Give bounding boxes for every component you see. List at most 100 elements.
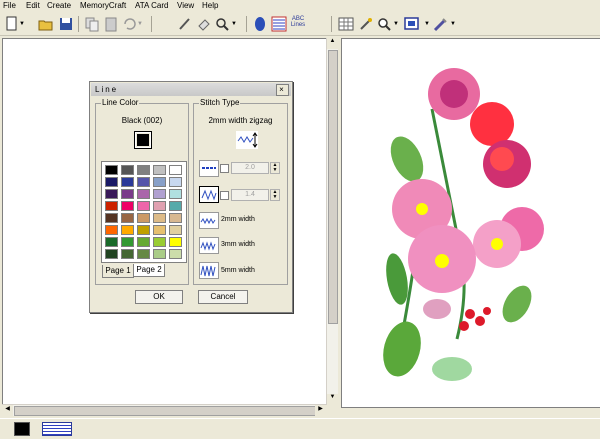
straight-stitch-option[interactable]: [199, 160, 219, 177]
spin-2-stepper[interactable]: ▲ ▼: [270, 189, 280, 201]
save-icon[interactable]: [58, 16, 74, 32]
color-swatch[interactable]: [105, 201, 118, 211]
hscroll-thumb[interactable]: [14, 406, 316, 416]
color-swatch[interactable]: [121, 201, 134, 211]
color-swatch[interactable]: [153, 201, 166, 211]
stitch-3mm-option[interactable]: [199, 237, 219, 254]
preview-icon[interactable]: [404, 16, 420, 32]
zoom-dropdown-icon[interactable]: ▼: [231, 21, 237, 37]
color-swatch[interactable]: [153, 177, 166, 187]
undo-dropdown-icon[interactable]: ▼: [137, 21, 143, 37]
close-icon[interactable]: ×: [276, 84, 289, 96]
vertical-scrollbar[interactable]: ▲ ▼: [326, 38, 338, 405]
stitch-pattern-swatch[interactable]: [42, 422, 72, 436]
menu-ata-card[interactable]: ATA Card: [135, 1, 169, 10]
color-swatch[interactable]: [121, 237, 134, 247]
scroll-right-icon[interactable]: ▶: [315, 405, 326, 416]
menu-file[interactable]: File: [3, 1, 16, 10]
tab-page-2[interactable]: Page 2: [133, 264, 165, 277]
menu-help[interactable]: Help: [202, 1, 218, 10]
stitch-5mm-label: 5mm width: [221, 267, 255, 274]
color-swatch[interactable]: [105, 225, 118, 235]
color-swatch[interactable]: [105, 165, 118, 175]
scroll-thumb[interactable]: [328, 50, 338, 324]
paste-icon[interactable]: [103, 16, 119, 32]
fill-pattern-icon[interactable]: [271, 16, 287, 32]
color-swatch[interactable]: [105, 177, 118, 187]
color-swatch[interactable]: [169, 213, 182, 223]
zoom-icon[interactable]: [214, 16, 230, 32]
color-swatch[interactable]: [121, 189, 134, 199]
scroll-left-icon[interactable]: ◀: [2, 405, 13, 416]
color-swatch[interactable]: [137, 249, 150, 259]
zoom-tool-icon[interactable]: [376, 16, 392, 32]
color-swatch[interactable]: [137, 201, 150, 211]
new-icon[interactable]: [4, 16, 20, 32]
color-swatch[interactable]: [105, 249, 118, 259]
color-swatch[interactable]: [137, 225, 150, 235]
color-swatch[interactable]: [169, 165, 182, 175]
open-icon[interactable]: [38, 16, 54, 32]
zigzag-stitch-option[interactable]: [199, 186, 219, 203]
stitch-5mm-option[interactable]: [199, 262, 219, 279]
select-magic-icon[interactable]: [358, 16, 374, 32]
color-swatch[interactable]: [169, 237, 182, 247]
new-dropdown-icon[interactable]: ▼: [19, 21, 25, 37]
color-swatch[interactable]: [153, 237, 166, 247]
cancel-button[interactable]: Cancel: [198, 290, 248, 304]
scroll-down-icon[interactable]: ▼: [327, 394, 338, 405]
stitch-dropdown-icon[interactable]: ▼: [450, 21, 456, 37]
menu-edit[interactable]: Edit: [26, 1, 40, 10]
color-swatch[interactable]: [121, 249, 134, 259]
spin-2-input[interactable]: 1.4: [231, 189, 269, 201]
grid-icon[interactable]: [338, 16, 354, 32]
zigzag-stitch-checkbox[interactable]: [220, 191, 229, 200]
pen-icon[interactable]: [177, 16, 193, 32]
color-swatch[interactable]: [153, 165, 166, 175]
color-swatch[interactable]: [169, 225, 182, 235]
color-swatch[interactable]: [169, 177, 182, 187]
color-swatch[interactable]: [137, 213, 150, 223]
color-swatch[interactable]: [153, 249, 166, 259]
eraser-icon[interactable]: [196, 16, 212, 32]
color-swatch[interactable]: [169, 201, 182, 211]
color-swatch[interactable]: [137, 177, 150, 187]
color-swatch[interactable]: [137, 189, 150, 199]
color-swatch[interactable]: [153, 225, 166, 235]
color-swatch[interactable]: [121, 225, 134, 235]
color-swatch[interactable]: [153, 189, 166, 199]
menu-create[interactable]: Create: [47, 1, 71, 10]
color-swatch[interactable]: [105, 189, 118, 199]
color-swatch[interactable]: [121, 213, 134, 223]
color-swatch[interactable]: [169, 189, 182, 199]
stitch-icon[interactable]: [433, 16, 449, 32]
spin-1-stepper[interactable]: ▲ ▼: [270, 162, 280, 174]
copy-icon[interactable]: [84, 16, 100, 32]
menu-view[interactable]: View: [177, 1, 194, 10]
color-swatch[interactable]: [137, 165, 150, 175]
spin-1-input[interactable]: 2.0: [231, 162, 269, 174]
text-lines-icon[interactable]: ABC Lines: [290, 16, 306, 32]
color-swatch[interactable]: [153, 213, 166, 223]
toolbar-separator: [151, 16, 152, 32]
ok-button[interactable]: OK: [135, 290, 183, 304]
menu-memorycraft[interactable]: MemoryCraft: [80, 1, 126, 10]
color-swatch[interactable]: [121, 177, 134, 187]
color-swatch[interactable]: [137, 237, 150, 247]
straight-stitch-checkbox[interactable]: [220, 164, 229, 173]
current-color-swatch[interactable]: [14, 422, 30, 436]
tab-page-1[interactable]: Page 1: [102, 265, 134, 278]
color-swatch[interactable]: [169, 249, 182, 259]
undo-icon[interactable]: [121, 16, 137, 32]
color-swatch[interactable]: [105, 213, 118, 223]
horizontal-scrollbar[interactable]: ◀ ▶: [2, 404, 326, 416]
preview-dropdown-icon[interactable]: ▼: [424, 21, 430, 37]
color-icon[interactable]: [252, 16, 268, 32]
color-palette: [101, 161, 187, 263]
stitch-3mm-label: 3mm width: [221, 241, 255, 248]
color-swatch[interactable]: [121, 165, 134, 175]
color-swatch[interactable]: [105, 237, 118, 247]
scroll-up-icon[interactable]: ▲: [327, 38, 338, 49]
stitch-2mm-option[interactable]: [199, 212, 219, 229]
zoom-tool-dropdown-icon[interactable]: ▼: [393, 21, 399, 37]
